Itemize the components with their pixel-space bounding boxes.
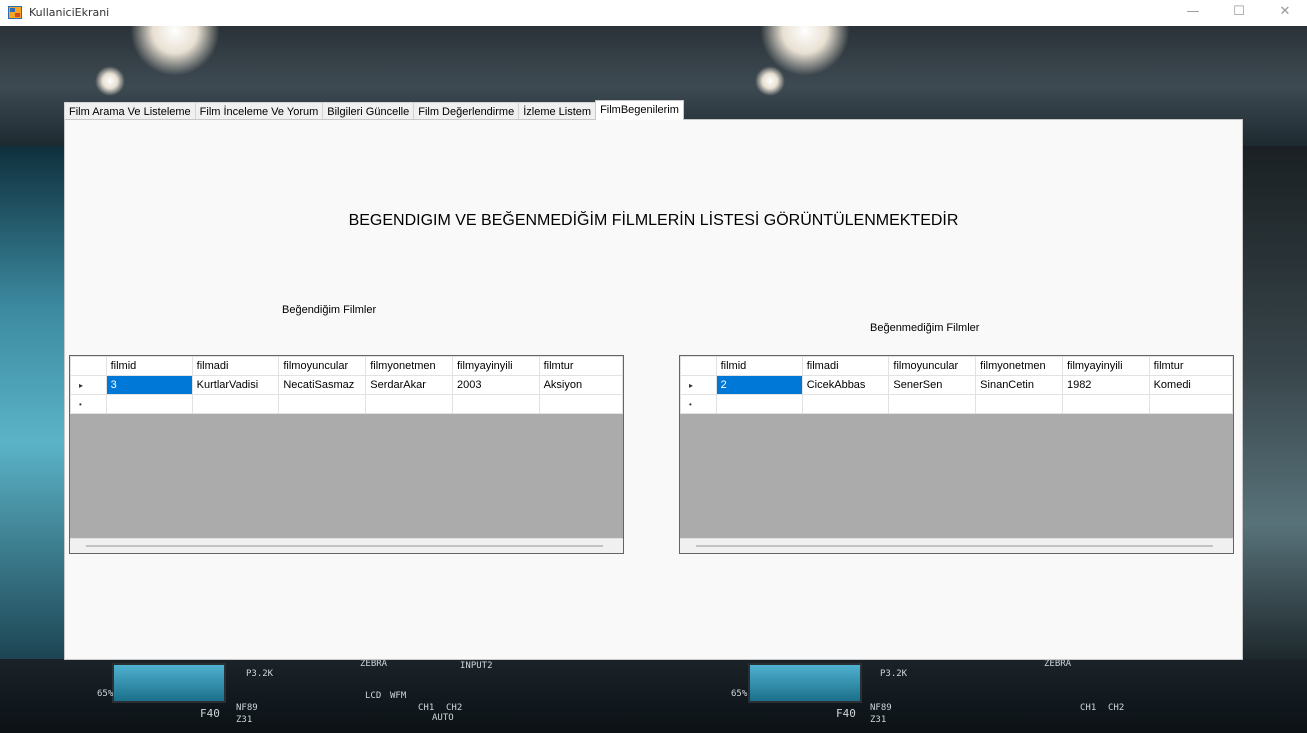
background-right (1243, 146, 1307, 686)
new-cell[interactable] (801, 394, 890, 414)
column-header-filmyayinyili[interactable]: filmyayinyili (452, 356, 540, 376)
scrollbar-thumb[interactable] (86, 545, 603, 547)
disliked-films-grid[interactable]: filmid filmadi filmoyuncular filmyonetme… (679, 355, 1234, 554)
cell-filmyayinyili[interactable]: 1982 (1061, 375, 1150, 395)
new-cell[interactable] (888, 394, 977, 414)
page-heading: BEGENDIGIM VE BEĞENMEDİĞİM FİLMLERİN LİS… (348, 212, 959, 229)
camera-readout: AUTO (432, 713, 454, 723)
cell-filmid[interactable]: 2 (715, 375, 803, 395)
horizontal-scrollbar[interactable] (70, 538, 623, 553)
camera-readout: LCD (365, 691, 382, 701)
cell-filmadi[interactable]: CicekAbbas (801, 375, 890, 395)
new-cell[interactable] (1061, 394, 1150, 414)
row-header-corner[interactable] (680, 356, 717, 376)
scrollbar-thumb[interactable] (696, 545, 1213, 547)
cell-filmyonetmen[interactable]: SerdarAkar (365, 375, 453, 395)
camera-readout: CH1 (418, 703, 435, 713)
cell-filmyayinyili[interactable]: 2003 (452, 375, 540, 395)
current-row-indicator-icon[interactable]: ▸ (680, 375, 717, 395)
new-cell[interactable] (278, 394, 367, 414)
tab-film-inceleme[interactable]: Film İnceleme Ve Yorum (194, 102, 324, 120)
column-header-filmyonetmen[interactable]: filmyonetmen (975, 356, 1063, 376)
camera-readout: F40 (200, 707, 220, 720)
app-icon (8, 6, 22, 19)
background-bottom: 65% F40 NF89 Z31 P3.2K ZEBRA LCD WFM CH1… (0, 659, 1307, 733)
column-header-filmoyuncular[interactable]: filmoyuncular (278, 356, 367, 376)
cell-filmoyuncular[interactable]: SenerSen (888, 375, 977, 395)
window-title-bar: KullaniciEkrani — ☐ ✕ (0, 0, 1307, 27)
new-cell[interactable] (715, 394, 803, 414)
new-cell[interactable] (105, 394, 193, 414)
column-header-filmid[interactable]: filmid (715, 356, 803, 376)
new-cell[interactable] (538, 394, 624, 414)
cell-filmtur[interactable]: Aksiyon (538, 375, 624, 395)
disliked-films-label: Beğenmediğim Filmler (870, 322, 980, 334)
camera-readout: NF89 (870, 703, 892, 713)
new-row-indicator-icon[interactable]: • (70, 394, 107, 414)
camera-screen-icon (112, 663, 226, 703)
new-cell[interactable] (975, 394, 1063, 414)
camera-readout: 65% (731, 689, 748, 699)
cell-filmoyuncular[interactable]: NecatiSasmaz (278, 375, 367, 395)
cell-filmtur[interactable]: Komedi (1148, 375, 1234, 395)
new-cell[interactable] (191, 394, 280, 414)
tab-film-degerlendirme[interactable]: Film Değerlendirme (413, 102, 520, 120)
column-header-filmadi[interactable]: filmadi (191, 356, 280, 376)
new-row[interactable]: • (680, 394, 1234, 414)
camera-readout: CH2 (1108, 703, 1125, 713)
new-cell[interactable] (1148, 394, 1234, 414)
grid-header-row: filmid filmadi filmoyuncular filmyonetme… (70, 356, 624, 376)
close-button[interactable]: ✕ (1262, 0, 1307, 26)
horizontal-scrollbar[interactable] (680, 538, 1233, 553)
studio-light-small-icon (755, 66, 785, 96)
column-header-filmadi[interactable]: filmadi (801, 356, 890, 376)
background-left (0, 146, 64, 686)
column-header-filmyayinyili[interactable]: filmyayinyili (1061, 356, 1150, 376)
cell-filmyonetmen[interactable]: SinanCetin (975, 375, 1063, 395)
row-header-corner[interactable] (70, 356, 107, 376)
liked-films-grid[interactable]: filmid filmadi filmoyuncular filmyonetme… (69, 355, 624, 554)
camera-readout: CH1 (1080, 703, 1097, 713)
liked-films-label: Beğendiğim Filmler (282, 304, 377, 316)
camera-readout: ZEBRA (1044, 659, 1072, 669)
camera-readout: 65% (97, 689, 114, 699)
cell-filmadi[interactable]: KurtlarVadisi (191, 375, 280, 395)
table-row[interactable]: ▸ 2 CicekAbbas SenerSen SinanCetin 1982 … (680, 375, 1234, 395)
table-row[interactable]: ▸ 3 KurtlarVadisi NecatiSasmaz SerdarAka… (70, 375, 624, 395)
camera-readout: WFM (390, 691, 407, 701)
grid-header-row: filmid filmadi filmoyuncular filmyonetme… (680, 356, 1234, 376)
tab-film-begenilerim[interactable]: FilmBegenilerim (595, 100, 684, 120)
tab-izleme-listem[interactable]: İzleme Listem (518, 102, 597, 120)
camera-readout: ZEBRA (360, 659, 388, 669)
camera-readout: CH2 (446, 703, 463, 713)
column-header-filmoyuncular[interactable]: filmoyuncular (888, 356, 977, 376)
tab-strip: Film Arama Ve Listeleme Film İnceleme Ve… (64, 100, 684, 120)
camera-readout: INPUT2 (460, 661, 493, 671)
camera-screen-icon (748, 663, 862, 703)
camera-readout: P3.2K (880, 669, 908, 679)
camera-readout: Z31 (236, 715, 253, 725)
camera-readout: Z31 (870, 715, 887, 725)
column-header-filmtur[interactable]: filmtur (1148, 356, 1234, 376)
new-cell[interactable] (365, 394, 453, 414)
column-header-filmtur[interactable]: filmtur (538, 356, 624, 376)
new-row-indicator-icon[interactable]: • (680, 394, 717, 414)
new-row[interactable]: • (70, 394, 624, 414)
column-header-filmyonetmen[interactable]: filmyonetmen (365, 356, 453, 376)
tab-panel-film-begenilerim: BEGENDIGIM VE BEĞENMEDİĞİM FİLMLERİN LİS… (64, 119, 1243, 660)
maximize-button[interactable]: ☐ (1216, 0, 1262, 26)
column-header-filmid[interactable]: filmid (105, 356, 193, 376)
tab-bilgileri-guncelle[interactable]: Bilgileri Güncelle (322, 102, 415, 120)
camera-readout: F40 (836, 707, 856, 720)
cell-filmid[interactable]: 3 (105, 375, 193, 395)
new-cell[interactable] (452, 394, 540, 414)
tab-film-arama[interactable]: Film Arama Ve Listeleme (64, 102, 196, 120)
window-title: KullaniciEkrani (29, 6, 110, 19)
camera-readout: P3.2K (246, 669, 274, 679)
minimize-button[interactable]: — (1170, 0, 1216, 26)
camera-readout: NF89 (236, 703, 258, 713)
current-row-indicator-icon[interactable]: ▸ (70, 375, 107, 395)
studio-light-small-icon (95, 66, 125, 96)
